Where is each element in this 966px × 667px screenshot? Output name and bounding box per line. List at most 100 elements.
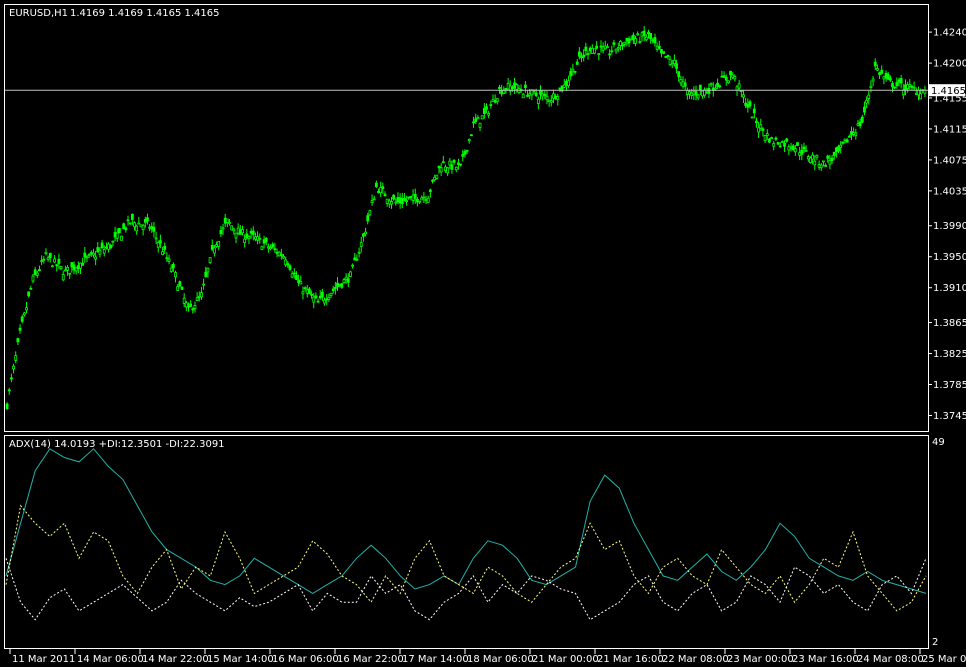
candle-body: [474, 118, 478, 122]
candle-body: [623, 41, 627, 45]
candle-body: [230, 225, 234, 231]
candle-body: [364, 231, 367, 235]
candle-body: [631, 34, 635, 41]
candle-body: [651, 39, 655, 42]
candle-body: [117, 227, 121, 234]
candle-body: [422, 196, 426, 199]
candle-body: [450, 164, 454, 170]
candle-body: [245, 233, 249, 239]
time-tick-label: 11 Mar 2011: [12, 654, 75, 665]
candle-body: [38, 269, 41, 271]
candle-body: [53, 258, 56, 263]
candle-body: [353, 257, 357, 261]
candle-body: [847, 135, 851, 138]
candle-body: [115, 232, 119, 239]
candle-body: [541, 93, 545, 97]
candle-body: [469, 134, 473, 137]
candle-body: [720, 75, 724, 78]
candle-body: [374, 182, 378, 188]
candle-body: [301, 291, 305, 295]
candle-body: [18, 327, 22, 331]
candle-body: [813, 160, 817, 166]
time-tick-label: 24 Mar 08:00: [857, 654, 924, 665]
candle-body: [783, 143, 786, 147]
candle-body: [800, 149, 804, 155]
candle-body: [225, 218, 229, 224]
indicator-panel[interactable]: ADX(14) 14.0193 +DI:12.3501 -DI:22.3091 …: [4, 435, 945, 649]
candle-body: [236, 227, 240, 234]
time-tick-label: 25 Mar 00:00: [922, 654, 966, 665]
candle-body: [696, 94, 700, 99]
candle-body: [238, 229, 242, 235]
candle-body: [867, 94, 871, 99]
price-panel[interactable]: EURUSD,H1 1.4169 1.4169 1.4165 1.4165 1.…: [4, 4, 966, 432]
candle-body: [288, 265, 292, 270]
candle-body: [297, 279, 301, 284]
candle-body: [92, 252, 95, 256]
candle-body: [312, 296, 316, 303]
candle-body: [692, 91, 696, 95]
candle-body: [256, 236, 259, 241]
candle-body: [122, 223, 126, 230]
candle-body: [25, 307, 28, 311]
candle-body: [141, 224, 145, 231]
candle-body: [748, 101, 752, 107]
candle-body: [716, 82, 719, 87]
candle-body: [431, 179, 434, 182]
candle-body: [590, 48, 594, 54]
candle-body: [349, 271, 352, 277]
candle-body: [888, 77, 892, 81]
candle-body: [839, 144, 843, 148]
candle-body: [642, 30, 646, 37]
plus-di-line: [5, 504, 927, 612]
candle-body: [908, 84, 912, 87]
candles: [5, 25, 927, 410]
candle-body: [20, 316, 24, 322]
candle-body: [396, 197, 400, 203]
candle-body: [7, 389, 11, 392]
candle-body: [31, 275, 35, 282]
candle-body: [254, 236, 257, 240]
candle-body: [241, 229, 244, 234]
candle-body: [884, 73, 888, 79]
candle-body: [802, 146, 806, 150]
candle-body: [750, 116, 754, 119]
candle-body: [649, 32, 653, 39]
candle-body: [891, 83, 894, 88]
candle-body: [904, 84, 907, 91]
candle-body: [761, 128, 765, 131]
candle-body: [163, 245, 167, 251]
candle-body: [282, 256, 285, 259]
candle-body: [33, 269, 37, 275]
candle-body: [863, 106, 866, 113]
candle-body: [856, 123, 860, 126]
candle-body: [573, 70, 577, 73]
price-tick-label: 1.3990: [933, 221, 966, 232]
candle-body: [247, 236, 251, 240]
candle-body: [346, 278, 350, 283]
candle-body: [9, 377, 13, 380]
candle-body: [329, 292, 333, 296]
candle-body: [286, 263, 290, 266]
candle-body: [768, 138, 771, 143]
candle-body: [420, 197, 424, 201]
candle-body: [193, 305, 197, 309]
candle-body: [72, 264, 76, 271]
candle-body: [22, 312, 26, 316]
candle-body: [366, 215, 370, 222]
candle-body: [793, 148, 797, 153]
candle-body: [662, 51, 666, 54]
candle-body: [606, 46, 609, 49]
candle-body: [465, 149, 469, 152]
candle-body: [707, 88, 711, 94]
candle-body: [27, 291, 31, 297]
candle-body: [526, 94, 529, 97]
price-tick-label: 1.4200: [933, 59, 966, 70]
time-tick-label: 22 Mar 08:00: [662, 654, 729, 665]
candle-body: [133, 222, 136, 228]
candle-body: [325, 298, 329, 301]
candle-body: [208, 257, 212, 263]
candle-body: [392, 194, 396, 200]
candle-body: [70, 262, 74, 268]
candle-body: [120, 235, 123, 241]
